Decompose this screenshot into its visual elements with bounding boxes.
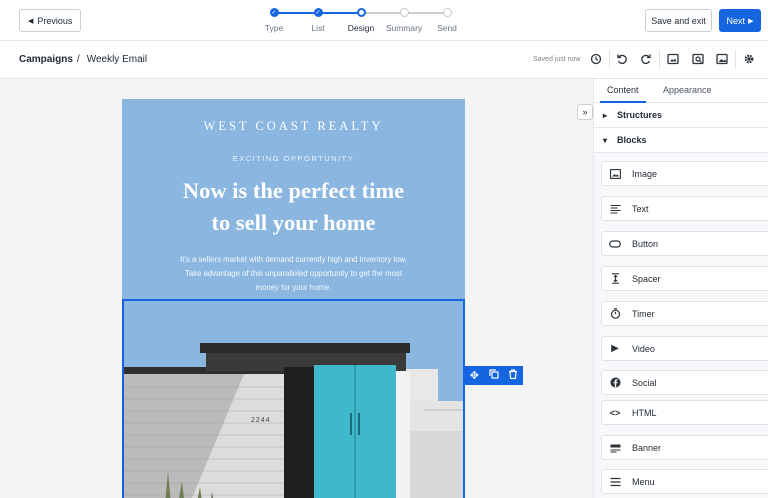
previous-button[interactable]: ◀ Previous [19, 9, 82, 32]
block-label: Timer [632, 308, 655, 319]
breadcrumb-separator: / [76, 54, 80, 65]
block-action-toolbar: ✥ [465, 366, 523, 385]
block-button[interactable]: Button [601, 231, 768, 256]
block-label: HTML [632, 407, 657, 418]
section-label: Blocks [617, 135, 647, 145]
image-preview-icon[interactable] [714, 51, 730, 67]
block-label: Menu [632, 476, 655, 487]
text-icon [609, 203, 621, 215]
block-text[interactable]: Text [601, 196, 768, 221]
chevron-right-icon: ▶ [748, 17, 754, 25]
image-icon [609, 168, 621, 180]
mobile-preview-icon[interactable] [690, 51, 706, 67]
next-button[interactable]: Next ▶ [719, 9, 761, 32]
desktop-preview-icon[interactable] [665, 51, 681, 67]
breadcrumb: Campaigns / Weekly Email [19, 54, 147, 65]
tab-appearance[interactable]: Appearance [663, 85, 712, 95]
move-icon[interactable]: ✥ [470, 369, 479, 382]
collapse-panel-button[interactable]: » [577, 104, 593, 120]
breadcrumb-current: Weekly Email [86, 54, 148, 65]
email-eyebrow[interactable]: EXCITING OPPORTUNITY [122, 154, 465, 163]
block-image[interactable]: Image [601, 161, 768, 186]
trash-icon[interactable] [508, 369, 518, 382]
duplicate-icon[interactable] [489, 369, 499, 382]
block-spacer[interactable]: Spacer [601, 266, 768, 291]
social-icon [609, 377, 621, 389]
chevron-left-icon: ◀ [28, 17, 34, 25]
step-send[interactable]: Send [417, 6, 477, 33]
house-photo [124, 301, 463, 498]
breadcrumb-campaigns[interactable]: Campaigns [19, 54, 73, 65]
banner-icon [609, 442, 621, 454]
chevron-down-icon: ▾ [602, 135, 607, 145]
block-video[interactable]: ▶ Video [601, 336, 768, 361]
editor-toolbar: Campaigns / Weekly Email Saved just now [0, 41, 768, 79]
double-chevron-right-icon: » [582, 107, 588, 117]
block-label: Social [632, 377, 657, 388]
next-label: Next [726, 15, 746, 26]
divider [659, 50, 660, 68]
block-label: Text [632, 203, 649, 214]
pending-step-icon [442, 8, 452, 17]
section-label: Structures [617, 110, 663, 120]
headline-line: Now is the perfect time [182, 178, 405, 203]
house-number: 2244 [251, 417, 271, 424]
save-and-exit-button[interactable]: Save and exit [645, 9, 712, 32]
email-preview: WEST COAST REALTY EXCITING OPPORTUNITY N… [122, 99, 465, 498]
block-banner[interactable]: Banner [601, 435, 768, 460]
button-icon [609, 238, 621, 250]
block-social[interactable]: Social [601, 370, 768, 395]
check-icon: ✓ [313, 8, 323, 17]
block-label: Image [632, 168, 658, 179]
block-label: Spacer [632, 273, 661, 284]
blocks-section[interactable]: ▾ Blocks [594, 128, 768, 153]
divider [609, 50, 610, 68]
undo-icon[interactable] [614, 51, 630, 67]
headline-line: to sell your home [211, 210, 376, 235]
block-label: Video [632, 343, 655, 354]
email-body-text[interactable]: It's a sellers market with demand curren… [162, 253, 425, 295]
save-status: Saved just now [533, 56, 581, 63]
block-label: Banner [632, 442, 662, 453]
chevron-right-icon: ▸ [602, 110, 607, 120]
timer-icon [609, 308, 621, 320]
video-icon: ▶ [611, 343, 619, 354]
current-step-icon [356, 8, 366, 17]
block-label: Button [632, 238, 659, 249]
structures-section[interactable]: ▸ Structures [594, 103, 768, 128]
redo-icon[interactable] [638, 51, 654, 67]
selected-image-block[interactable]: 2244 [122, 299, 465, 498]
body-line: It's a sellers market with demand curren… [180, 255, 407, 264]
history-icon[interactable] [588, 51, 604, 67]
menu-icon [609, 476, 621, 488]
top-bar: ◀ Previous ✓ Type ✓ List Design Summary … [0, 0, 768, 41]
block-timer[interactable]: Timer [601, 301, 768, 326]
panel-tabs: Content Appearance [594, 79, 768, 103]
block-html[interactable]: <> HTML [601, 400, 768, 425]
settings-icon[interactable] [741, 51, 757, 67]
email-brand[interactable]: WEST COAST REALTY [122, 119, 465, 134]
pending-step-icon [399, 8, 409, 17]
email-canvas: WEST COAST REALTY EXCITING OPPORTUNITY N… [0, 79, 593, 498]
tab-content[interactable]: Content [607, 85, 639, 95]
previous-label: Previous [37, 15, 73, 26]
check-icon: ✓ [269, 8, 279, 17]
body-line: Take advantage of this unparalleled oppo… [184, 269, 403, 278]
content-panel: Content Appearance ▸ Structures ▾ Blocks… [593, 79, 768, 498]
block-menu[interactable]: Menu [601, 469, 768, 494]
email-headline[interactable]: Now is the perfect time to sell your hom… [122, 175, 465, 239]
html-icon: <> [609, 407, 621, 418]
spacer-icon [609, 273, 621, 285]
progress-stepper: ✓ Type ✓ List Design Summary Send [258, 6, 468, 36]
body-line: money for your home. [255, 283, 332, 292]
divider [735, 50, 736, 68]
step-label: Send [437, 23, 457, 33]
